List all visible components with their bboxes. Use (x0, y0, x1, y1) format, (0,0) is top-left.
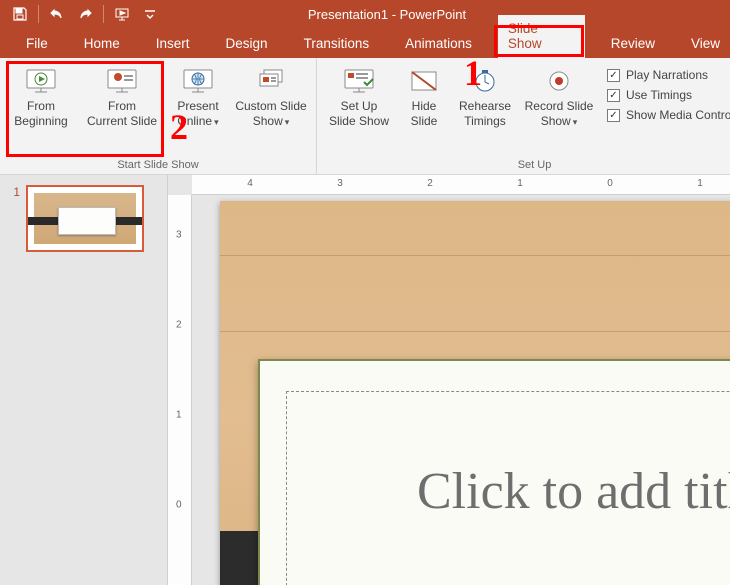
redo-button[interactable] (71, 0, 99, 28)
screen-globe-icon (181, 68, 215, 94)
from-current-slide-button[interactable]: FromCurrent Slide (80, 62, 164, 131)
ribbon-tabs: File Home Insert Design Transitions Anim… (0, 28, 730, 58)
custom-slide-show-button[interactable]: Custom SlideShow (232, 62, 310, 131)
slide-thumbnail-1[interactable] (26, 185, 144, 252)
group-label-setup: Set Up (323, 157, 730, 172)
screen-check-icon (342, 68, 376, 94)
tab-animations[interactable]: Animations (395, 30, 482, 58)
rehearse-timings-button[interactable]: RehearseTimings (453, 62, 517, 131)
undo-icon (49, 6, 65, 22)
check-icon: ✓ (607, 69, 620, 82)
tab-view[interactable]: View (681, 30, 730, 58)
tab-file[interactable]: File (16, 30, 58, 58)
title-placeholder-text: Click to add title (417, 462, 730, 521)
workspace: 1 4 3 2 1 0 1 3 2 1 0 Click (0, 175, 730, 585)
from-beginning-button[interactable]: FromBeginning (6, 62, 76, 131)
slide-canvas-viewport[interactable]: Click to add title (192, 195, 730, 585)
hide-slide-button[interactable]: HideSlide (399, 62, 449, 131)
save-icon (12, 6, 28, 22)
horizontal-ruler: 4 3 2 1 0 1 (192, 175, 730, 195)
group-start-slide-show: FromBeginning FromCurrent Slide PresentO… (0, 58, 317, 174)
chevron-down-icon (142, 6, 158, 22)
thumbnail-row[interactable]: 1 (8, 185, 159, 252)
tab-review[interactable]: Review (601, 30, 665, 58)
group-label-start: Start Slide Show (6, 157, 310, 172)
presentation-icon (114, 6, 130, 22)
quick-access-toolbar (0, 0, 164, 28)
vertical-ruler: 3 2 1 0 (168, 195, 192, 585)
tab-transitions[interactable]: Transitions (294, 30, 380, 58)
check-icon: ✓ (607, 89, 620, 102)
record-slide-show-button[interactable]: Record SlideShow (521, 62, 597, 131)
ribbon: FromBeginning FromCurrent Slide PresentO… (0, 58, 730, 175)
screen-stack-icon (254, 68, 288, 94)
use-timings-checkbox[interactable]: ✓Use Timings (607, 88, 730, 102)
slide-thumbnail-pane[interactable]: 1 (0, 175, 168, 585)
tab-slide-show[interactable]: Slide Show (498, 15, 585, 58)
start-show-qat-button[interactable] (108, 0, 136, 28)
redo-icon (77, 6, 93, 22)
save-button[interactable] (6, 0, 34, 28)
tab-design[interactable]: Design (216, 30, 278, 58)
play-narrations-checkbox[interactable]: ✓Play Narrations (607, 68, 730, 82)
qat-more-button[interactable] (136, 0, 164, 28)
record-icon (542, 68, 576, 94)
tab-home[interactable]: Home (74, 30, 130, 58)
present-online-button[interactable]: PresentOnline (168, 62, 228, 131)
set-up-slide-show-button[interactable]: Set UpSlide Show (323, 62, 395, 131)
slide-canvas[interactable]: Click to add title (220, 201, 730, 585)
screen-current-icon (105, 68, 139, 94)
undo-button[interactable] (43, 0, 71, 28)
slide-hidden-icon (407, 68, 441, 94)
setup-checkbox-column: ✓Play Narrations ✓Use Timings ✓Show Medi… (601, 62, 730, 122)
slide-editor[interactable]: 4 3 2 1 0 1 3 2 1 0 Click to add title (168, 175, 730, 585)
check-icon: ✓ (607, 109, 620, 122)
screen-play-icon (24, 68, 58, 94)
title-placeholder[interactable]: Click to add title (286, 391, 730, 585)
thumbnail-number: 1 (8, 185, 20, 252)
tab-insert[interactable]: Insert (146, 30, 200, 58)
group-set-up: Set UpSlide Show HideSlide RehearseTimin… (317, 58, 730, 174)
stopwatch-icon (468, 68, 502, 94)
title-bar: Presentation1 - PowerPoint (0, 0, 730, 28)
show-media-controls-checkbox[interactable]: ✓Show Media Controls (607, 108, 730, 122)
